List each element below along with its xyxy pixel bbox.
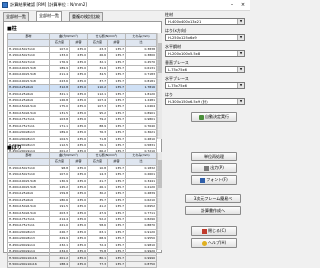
print-button[interactable]: 出力(P) [191, 163, 237, 173]
column-material-select[interactable]: H-400x400x13x21 ▼ [165, 18, 245, 25]
columns-section-title: ■柱 [7, 26, 17, 32]
beams-section-title: ■はり [7, 145, 22, 151]
table-cell: 77.3 [87, 260, 108, 268]
close-button[interactable]: 閉じる(C) [191, 226, 237, 236]
table-row[interactable]: H-500x200x10x16 188.4 235.0 77.3 135.7 0.8750 [7, 260, 157, 268]
table-cell: 235.0 [69, 260, 88, 268]
chevron-down-icon: ▼ [237, 51, 244, 56]
help-button[interactable]: ヘルプ(H) [191, 238, 237, 248]
columns-scrollbar[interactable] [157, 33, 162, 139]
beam-x-value: H-250x125x6x9 [168, 36, 197, 40]
vertical-brace-value: L-75x75x6 [168, 68, 187, 72]
3d-frame-button[interactable]: 3次元フレーム簡易ベ [185, 194, 241, 203]
close-icon [202, 228, 208, 234]
table-cell: 188.4 [49, 260, 70, 268]
horizontal-steel-value: H-200x100x5.5x8 [168, 52, 201, 56]
app-icon [2, 2, 8, 8]
beams-scroll-thumb[interactable] [158, 160, 162, 188]
calc-sheet-button[interactable]: 計算書作成へ [185, 206, 241, 215]
run-icon [199, 114, 204, 120]
font-button[interactable]: フォント(F) [191, 175, 237, 185]
minimize-button[interactable]: – [228, 1, 236, 9]
horizontal-steel-select[interactable]: H-200x100x5.5x8 ▼ [165, 50, 245, 57]
close-window-button[interactable]: × [239, 1, 247, 9]
chevron-down-icon: ▼ [237, 67, 244, 72]
beam-value: H-300x150x6.5x9 (計) [168, 100, 208, 104]
chevron-down-icon: ▼ [237, 99, 244, 104]
beams-table: 部材 曲げ(N/mm²) せん断(N/mm²) たわみ(mm) 応力度 許容 応… [7, 151, 157, 268]
beams-scrollbar[interactable] [157, 152, 162, 250]
help-icon [201, 240, 207, 246]
chevron-down-icon: ▼ [237, 19, 244, 24]
chevron-down-icon: ▼ [237, 83, 244, 88]
horizontal-brace-value: L-75x75x6 [168, 84, 187, 88]
recalculate-button[interactable]: 単位再処理 [191, 152, 237, 161]
auto-design-button[interactable]: 自動決定実行 [191, 112, 237, 122]
table-cell: 0.8750 [125, 260, 157, 268]
title-bar: 計算結果確認 [RM] [計算単位 : N/mm2] – × [0, 0, 250, 11]
results-panel: ■柱 部材 曲げ(N/mm²) せん断(N/mm²) たわみ(mm) 応力度 許… [3, 21, 162, 268]
vertical-brace-select[interactable]: L-75x75x6 ▼ [165, 66, 245, 73]
columns-scroll-thumb[interactable] [158, 43, 162, 73]
horizontal-brace-select[interactable]: L-75x75x6 ▼ [165, 82, 245, 89]
beam-x-select[interactable]: H-250x125x6x9 ▼ [165, 34, 245, 41]
table-cell: H-500x200x10x16 [7, 260, 50, 268]
table-cell: 135.7 [107, 260, 126, 268]
chevron-down-icon: ▼ [237, 35, 244, 40]
beam-select[interactable]: H-300x150x6.5x9 (計) ▼ [165, 98, 245, 105]
columns-table: 部材 曲げ(N/mm²) せん断(N/mm²) たわみ(mm) 応力度 許容 応… [7, 32, 157, 156]
font-icon [200, 177, 206, 183]
window-title: 計算結果確認 [RM] [計算単位 : N/mm2] [10, 2, 88, 7]
printer-icon [204, 165, 210, 171]
column-material-value: H-400x400x13x21 [168, 20, 202, 24]
